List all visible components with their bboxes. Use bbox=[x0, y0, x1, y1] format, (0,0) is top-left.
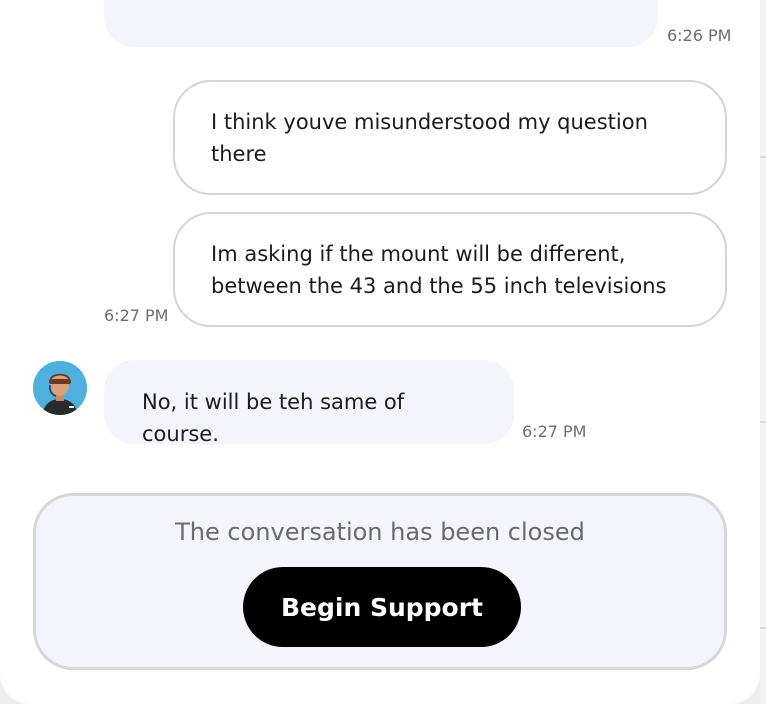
user-message-bubble: I think youve misunderstood my question … bbox=[173, 80, 727, 195]
agent-message-bubble: No, it will be teh same of course. bbox=[104, 360, 514, 446]
edge-divider bbox=[760, 421, 766, 423]
message-text: Im asking if the mount will be different… bbox=[211, 242, 667, 298]
chat-panel: 6:26 PM I think youve misunderstood my q… bbox=[0, 0, 760, 704]
edge-divider bbox=[760, 156, 766, 158]
agent-message-bubble bbox=[104, 0, 658, 47]
conversation-closed-card: The conversation has been closed Begin S… bbox=[33, 493, 727, 670]
edge-divider bbox=[760, 627, 766, 629]
page-background-edge bbox=[760, 0, 766, 704]
user-message-bubble: Im asking if the mount will be different… bbox=[173, 212, 727, 327]
conversation-closed-text: The conversation has been closed bbox=[175, 518, 585, 546]
message-timestamp: 6:27 PM bbox=[522, 422, 587, 441]
message-timestamp: 6:27 PM bbox=[104, 306, 169, 325]
agent-avatar-icon bbox=[33, 361, 87, 415]
agent-avatar bbox=[33, 361, 87, 415]
message-text: I think youve misunderstood my question … bbox=[211, 110, 648, 166]
message-text: No, it will be teh same of course. bbox=[142, 390, 405, 446]
message-timestamp: 6:26 PM bbox=[667, 26, 732, 45]
begin-support-button[interactable]: Begin Support bbox=[243, 567, 521, 647]
